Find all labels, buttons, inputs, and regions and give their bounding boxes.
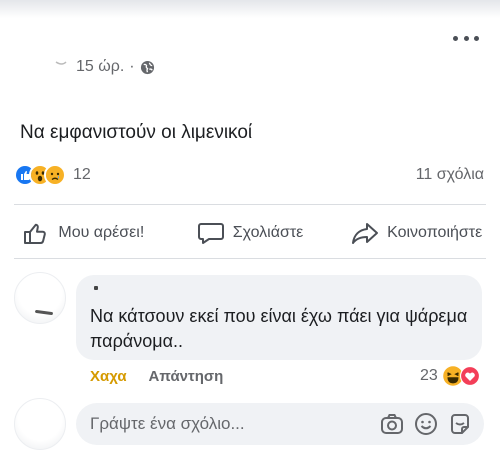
share-label: Κοινοποιήστε <box>387 224 483 241</box>
post-actions: Μου αρέσει! Σχολιάστε Κοινοποιήστε <box>0 213 500 253</box>
reaction-count: 12 <box>73 166 91 183</box>
share-button[interactable]: Κοινοποιήστε <box>333 213 500 253</box>
comment-reactions[interactable]: 23 <box>420 365 480 387</box>
meta-separator: · <box>129 58 135 75</box>
comment-composer <box>76 403 484 445</box>
comment-button[interactable]: Σχολιάστε <box>167 213 334 253</box>
sticker-icon[interactable] <box>448 412 472 436</box>
commenter-name[interactable] <box>94 286 98 290</box>
commenter-avatar[interactable] <box>14 272 66 324</box>
post-timestamp[interactable]: 15 ώρ. <box>76 58 124 76</box>
comment-text: Να κάτσουν εκεί που είναι έχω πάει για ψ… <box>90 306 468 351</box>
composer-tools <box>380 412 472 436</box>
post-text: Να εμφανιστούν οι λιμενικοί <box>20 122 253 143</box>
like-icon <box>24 223 47 244</box>
love-reaction-icon <box>459 366 480 386</box>
comment-reaction-count: 23 <box>420 367 438 384</box>
divider <box>14 204 486 205</box>
comment-label: Σχολιάστε <box>232 224 304 241</box>
comment-icon <box>197 223 224 244</box>
haha-reaction-link[interactable]: Χαχα <box>90 368 127 385</box>
post-meta: 15 ώρ. · <box>76 56 155 78</box>
comments-count-link[interactable]: 11 σχόλια <box>416 166 484 184</box>
top-shadow <box>0 0 500 18</box>
more-options-icon[interactable] <box>453 34 479 42</box>
divider <box>14 258 486 259</box>
globe-icon <box>140 60 154 74</box>
camera-icon[interactable] <box>380 412 404 436</box>
reply-link[interactable]: Απάντηση <box>149 368 224 385</box>
comment-meta: Χαχα Απάντηση <box>90 368 223 385</box>
share-icon <box>352 223 379 244</box>
post-reactions[interactable]: 12 <box>14 164 91 186</box>
like-button[interactable]: Μου αρέσει! <box>0 213 167 253</box>
emoji-icon[interactable] <box>414 412 438 436</box>
author-avatar[interactable] <box>8 40 68 90</box>
like-label: Μου αρέσει! <box>58 224 145 241</box>
my-avatar[interactable] <box>14 398 66 450</box>
sad-reaction-icon <box>44 164 66 186</box>
comment-input[interactable] <box>90 403 350 445</box>
